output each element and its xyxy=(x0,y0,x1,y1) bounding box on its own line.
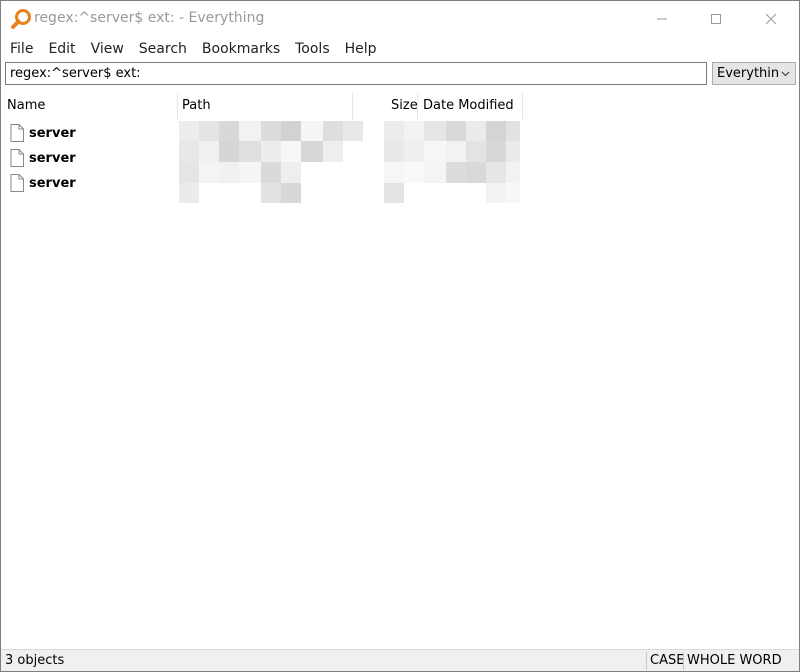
minimize-icon xyxy=(657,18,667,20)
maximize-icon xyxy=(711,14,721,24)
status-divider xyxy=(646,652,647,670)
chevron-down-icon xyxy=(781,71,790,77)
search-input[interactable] xyxy=(5,62,707,85)
title-bar[interactable]: regex:^server$ ext: - Everything xyxy=(1,1,799,37)
column-divider[interactable] xyxy=(177,93,178,119)
menu-bookmarks[interactable]: Bookmarks xyxy=(202,41,280,57)
file-icon xyxy=(10,174,24,192)
filter-selected-value: Everything xyxy=(717,66,779,81)
filter-dropdown[interactable]: Everything xyxy=(712,62,796,85)
menu-help[interactable]: Help xyxy=(345,41,377,57)
match-case-indicator[interactable]: CASE xyxy=(650,650,684,671)
whole-word-indicator[interactable]: WHOLE WORD xyxy=(687,650,782,671)
file-icon xyxy=(10,149,24,167)
file-icon xyxy=(10,124,24,142)
menu-tools[interactable]: Tools xyxy=(295,41,330,57)
results-column-header: Name Path Size Date Modified xyxy=(1,93,799,119)
column-divider[interactable] xyxy=(352,93,353,119)
menu-search[interactable]: Search xyxy=(139,41,187,57)
column-name[interactable]: Name xyxy=(7,93,45,119)
redacted-path-details xyxy=(179,121,520,203)
result-name: server xyxy=(29,126,76,141)
result-name: server xyxy=(29,176,76,191)
status-bar: 3 objects CASE WHOLE WORD xyxy=(1,649,799,671)
result-name: server xyxy=(29,151,76,166)
maximize-button[interactable] xyxy=(693,1,739,37)
close-button[interactable] xyxy=(748,1,794,37)
column-path[interactable]: Path xyxy=(182,93,211,119)
close-icon xyxy=(765,13,777,25)
column-divider[interactable] xyxy=(417,93,418,119)
search-magnifier-icon xyxy=(10,8,32,30)
minimize-button[interactable] xyxy=(639,1,685,37)
column-divider[interactable] xyxy=(522,93,523,119)
menu-edit[interactable]: Edit xyxy=(48,41,75,57)
object-count: 3 objects xyxy=(5,653,65,668)
menu-view[interactable]: View xyxy=(91,41,124,57)
menu-bar: File Edit View Search Bookmarks Tools He… xyxy=(1,37,799,61)
column-size[interactable]: Size xyxy=(391,93,418,119)
column-date-modified[interactable]: Date Modified xyxy=(423,93,514,119)
everything-window: regex:^server$ ext: - Everything File Ed… xyxy=(0,0,800,672)
status-divider xyxy=(683,652,684,670)
window-title: regex:^server$ ext: - Everything xyxy=(34,10,265,26)
menu-file[interactable]: File xyxy=(10,41,33,57)
